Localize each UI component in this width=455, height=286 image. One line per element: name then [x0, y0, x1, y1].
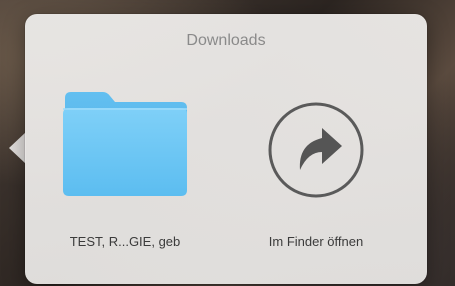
folder-label: TEST, R...GIE, geb [69, 234, 181, 249]
folder-icon [63, 92, 187, 196]
open-in-finder-button[interactable]: Im Finder öffnen [221, 88, 411, 258]
open-in-finder-label: Im Finder öffnen [268, 234, 364, 249]
stack-title: Downloads [186, 32, 266, 49]
downloads-stack-popover: Downloads TEST, R...GIE, geb Im Finder ö… [25, 14, 427, 284]
stack-item-folder[interactable]: TEST, R...GIE, geb [30, 88, 220, 258]
popover-arrow [9, 132, 26, 164]
open-in-finder-arrow-icon [268, 102, 364, 198]
